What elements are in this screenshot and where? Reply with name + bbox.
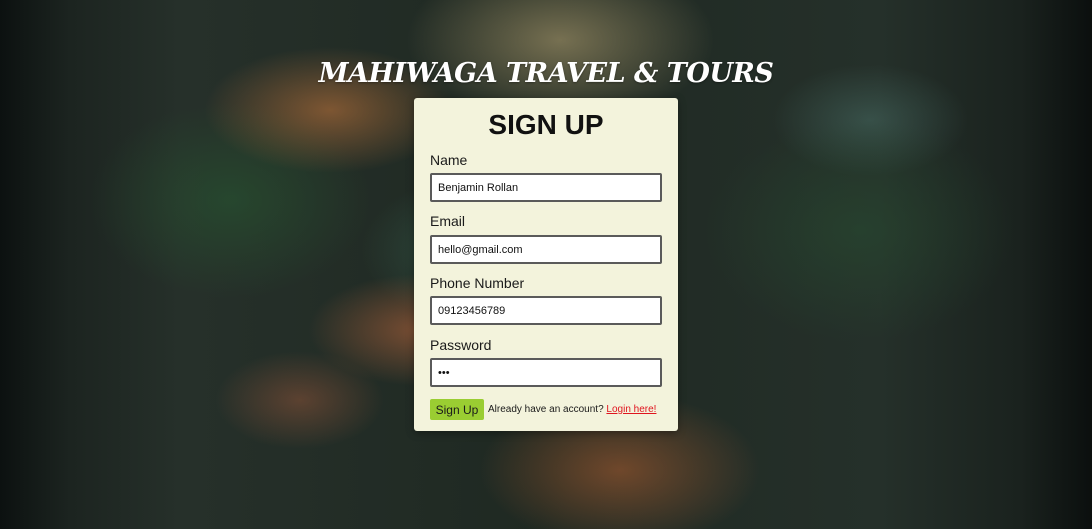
password-field[interactable] bbox=[430, 358, 662, 387]
name-field[interactable] bbox=[430, 173, 662, 202]
phone-label: Phone Number bbox=[430, 275, 525, 291]
password-label: Password bbox=[430, 337, 492, 353]
email-label: Email bbox=[430, 213, 466, 229]
login-link[interactable]: Login here! bbox=[606, 404, 656, 415]
email-field[interactable] bbox=[430, 235, 662, 264]
login-prompt-text: Already have an account? bbox=[488, 404, 604, 415]
site-title: MAHIWAGA TRAVEL & TOURS bbox=[318, 58, 774, 89]
sign-up-button[interactable]: Sign Up bbox=[430, 399, 484, 420]
form-heading: SIGN UP bbox=[488, 109, 604, 140]
login-prompt: Already have an account? Login here! bbox=[488, 404, 656, 415]
name-label: Name bbox=[430, 152, 468, 168]
phone-field[interactable] bbox=[430, 296, 662, 325]
signup-form: SIGN UP Name Email Phone Number Password… bbox=[414, 98, 678, 431]
